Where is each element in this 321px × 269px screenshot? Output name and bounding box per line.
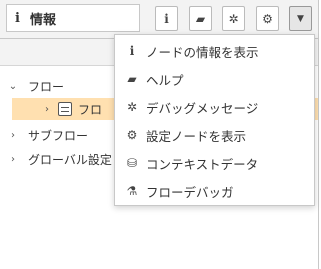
tree-item-label: サブフロー bbox=[28, 128, 89, 143]
menu-item-label: デバッグメッセージ bbox=[146, 100, 259, 116]
info-icon: i bbox=[129, 44, 135, 58]
gear-icon: ⚙ bbox=[262, 11, 273, 26]
tree-item-label: フロー bbox=[28, 79, 65, 94]
menu-item-label: ノードの情報を表示 bbox=[146, 44, 259, 60]
bug-icon: ✲ bbox=[126, 100, 138, 114]
tree-item-label: フロ bbox=[78, 102, 103, 117]
caret-down-icon: ▼ bbox=[297, 13, 304, 24]
menu-item-label: 設定ノードを表示 bbox=[146, 128, 247, 144]
help-tab-button[interactable]: ▰ bbox=[189, 6, 212, 31]
menu-item-context-data[interactable]: ⛁ コンテキストデータ bbox=[115, 149, 314, 177]
database-icon: ⛁ bbox=[126, 156, 138, 170]
menu-item-help[interactable]: ▰ ヘルプ bbox=[115, 65, 314, 93]
book-icon: ▰ bbox=[127, 72, 137, 86]
flask-icon: ⚗ bbox=[126, 184, 138, 198]
menu-item-label: コンテキストデータ bbox=[146, 156, 259, 172]
menu-item-debug-messages[interactable]: ✲ デバッグメッセージ bbox=[115, 93, 314, 121]
sidebar-dropdown-menu: i ノードの情報を表示 ▰ ヘルプ ✲ デバッグメッセージ ⚙ 設定ノードを表示… bbox=[114, 34, 315, 206]
chevron-right-icon[interactable]: › bbox=[8, 130, 18, 141]
gear-icon: ⚙ bbox=[126, 128, 138, 142]
menu-item-label: ヘルプ bbox=[146, 72, 184, 88]
bug-icon: ✲ bbox=[228, 11, 239, 26]
chevron-right-icon[interactable]: › bbox=[42, 104, 52, 115]
info-tab-button[interactable]: i bbox=[155, 6, 178, 31]
flow-icon bbox=[58, 102, 72, 116]
info-icon: i bbox=[164, 11, 169, 26]
config-tab-button[interactable]: ⚙ bbox=[256, 6, 279, 31]
chevron-down-icon[interactable]: ⌄ bbox=[8, 81, 18, 92]
tree-item-label: グローバル設定 bbox=[28, 152, 112, 167]
debug-tab-button[interactable]: ✲ bbox=[222, 6, 245, 31]
menu-item-node-info[interactable]: i ノードの情報を表示 bbox=[115, 37, 314, 65]
menu-item-label: フローデバッガ bbox=[146, 184, 234, 200]
sidebar-menu-button[interactable]: ▼ bbox=[289, 6, 312, 31]
chevron-right-icon[interactable]: › bbox=[8, 154, 18, 165]
book-icon: ▰ bbox=[195, 11, 206, 26]
sidebar-tab-selector[interactable]: i 情報 bbox=[6, 4, 140, 32]
info-icon: i bbox=[15, 10, 20, 26]
sidebar-title: 情報 bbox=[29, 12, 56, 28]
menu-item-flow-debugger[interactable]: ⚗ フローデバッガ bbox=[115, 177, 314, 205]
menu-item-config-nodes[interactable]: ⚙ 設定ノードを表示 bbox=[115, 121, 314, 149]
